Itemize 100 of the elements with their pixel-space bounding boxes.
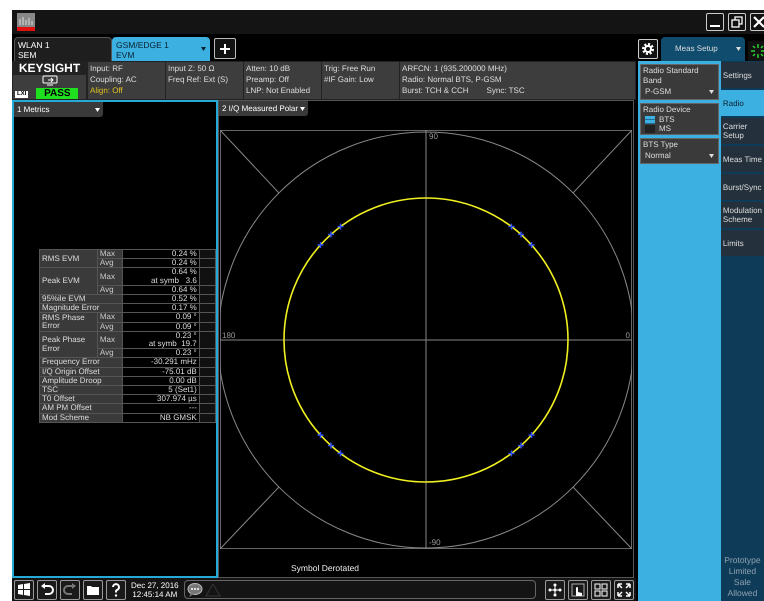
- status-text: Freq Ref: Ext (S): [168, 74, 228, 85]
- symbol-marker: [316, 241, 324, 249]
- pass-indicator: PASS: [36, 88, 78, 99]
- symbol-marker: [327, 230, 335, 238]
- status-text: #IF Gain: Low: [324, 74, 374, 85]
- status-text: Input Z: 50 Ω: [168, 63, 214, 74]
- help-icon: [111, 582, 121, 596]
- undo-icon: [40, 583, 54, 596]
- chat-bubble-icon: [186, 582, 203, 596]
- close-button[interactable]: [750, 13, 764, 31]
- stat-label: Max: [97, 250, 123, 259]
- softkey[interactable]: Limits: [720, 230, 764, 256]
- network-button[interactable]: [545, 580, 565, 600]
- symbol-marker: [327, 442, 335, 450]
- caret-icon: [201, 47, 206, 51]
- metric-label: RMS EVM: [40, 250, 98, 268]
- window-selector[interactable]: 2 I/Q Measured Polar: [219, 101, 308, 116]
- settings-button[interactable]: [638, 39, 658, 59]
- metric-value: 0.24 %: [122, 250, 200, 259]
- status-text: Radio: Normal BTS, P-GSM: [402, 74, 502, 85]
- metric-label: Peak Phase Error: [40, 331, 98, 358]
- symbol-marker: [528, 431, 536, 439]
- measurement-tab[interactable]: GSM/EDGE 1 EVM: [112, 37, 210, 61]
- status-text: Atten: 10 dB: [246, 63, 290, 74]
- status-text: Coupling: AC: [90, 74, 137, 85]
- windows-icon: [17, 583, 31, 596]
- window-selector[interactable]: 1 Metrics: [14, 102, 103, 117]
- axis-label: 90: [429, 132, 438, 141]
- status-text: ARFCN: 1 (935.200000 MHz): [402, 63, 507, 74]
- stat-label: Max: [97, 331, 123, 349]
- plus-icon: [219, 42, 231, 54]
- metric-label: Peak EVM: [40, 268, 98, 295]
- redo-icon: [63, 583, 77, 596]
- softkey[interactable]: Burst/Sync: [720, 174, 764, 200]
- add-tab-button[interactable]: [214, 38, 236, 59]
- fullscreen-button[interactable]: [614, 580, 634, 600]
- folder-icon: [86, 583, 100, 596]
- symbol-marker: [517, 442, 525, 450]
- axis-label: 180: [222, 331, 236, 340]
- logo-icon: [16, 13, 36, 31]
- status-text: Sync: TSC: [486, 85, 525, 96]
- caret-icon: [300, 106, 305, 110]
- status-text: Preamp: Off: [246, 74, 289, 85]
- layout-button[interactable]: [591, 580, 611, 600]
- touch-button[interactable]: [568, 580, 588, 600]
- symbol-marker: [316, 431, 324, 439]
- radio-option[interactable]: MS: [643, 124, 673, 133]
- caret-icon: [736, 47, 741, 51]
- restore-button[interactable]: [728, 13, 746, 31]
- grid-icon: [594, 582, 608, 596]
- expand-icon: [617, 582, 631, 596]
- softkey[interactable]: Meas Time: [720, 146, 764, 172]
- symbol-marker: [336, 222, 344, 230]
- setting-label: BTS Type: [643, 140, 679, 150]
- symbol-marker: [508, 222, 516, 230]
- radio-option[interactable]: BTS: [643, 115, 677, 124]
- symbol-marker: [528, 241, 536, 249]
- help-button[interactable]: [106, 580, 126, 600]
- setting-label: Radio Device: [643, 105, 692, 115]
- symbol-marker: [517, 230, 525, 238]
- axis-label: 0: [626, 331, 630, 340]
- status-text: Trig: Free Run: [324, 63, 376, 74]
- softkey[interactable]: Settings: [720, 62, 764, 88]
- symbol-marker: [336, 450, 344, 458]
- busy-spinner-icon: [748, 41, 764, 61]
- metric-value: 0.23 °: [174, 332, 197, 340]
- display-icon: [42, 75, 58, 86]
- metric-value: 0.64 %: [170, 268, 197, 277]
- minimize-button[interactable]: [706, 13, 724, 31]
- status-text: Input: RF: [90, 63, 123, 74]
- date-text: Dec 27, 2016: [131, 580, 179, 590]
- softkey[interactable]: Radio: [720, 90, 764, 116]
- stat-label: Max: [97, 268, 123, 286]
- menu-tab[interactable]: Meas Setup: [661, 37, 745, 61]
- setting-label: Radio Standard Band: [643, 66, 700, 86]
- close-icon: [753, 16, 764, 28]
- time-text: 12:45:14 AM: [131, 590, 178, 598]
- caret-icon: [708, 154, 714, 158]
- caret-icon: [708, 90, 714, 94]
- status-text: Burst: TCH & CCH: [402, 85, 469, 96]
- status-text: LNP: Not Enabled: [246, 85, 310, 96]
- metric-label: RMS Phase Error: [40, 312, 98, 332]
- symbol-note: at symb 3.6: [150, 276, 197, 285]
- network-icon: [548, 582, 562, 596]
- brand-logo: KEYSIGHT: [13, 62, 86, 75]
- softkey[interactable]: Modulation Scheme: [720, 202, 764, 228]
- warning-icon: [204, 582, 221, 596]
- windows-button[interactable]: [14, 580, 34, 600]
- folder-button[interactable]: [83, 580, 103, 600]
- symbol-marker: [508, 450, 516, 458]
- softkey[interactable]: Carrier Setup: [720, 118, 764, 144]
- hand-icon: [571, 582, 585, 596]
- settings-icon: [641, 42, 655, 56]
- undo-button[interactable]: [37, 580, 57, 600]
- axis-label: -90: [429, 538, 441, 547]
- notice-text: Prototype Limited Sale Allowed: [723, 555, 762, 600]
- restore-icon: [731, 16, 743, 28]
- plot-caption: Symbol Derotated: [291, 563, 360, 573]
- minimize-icon: [710, 25, 720, 27]
- measurement-tab[interactable]: WLAN 1 SEM: [14, 37, 112, 61]
